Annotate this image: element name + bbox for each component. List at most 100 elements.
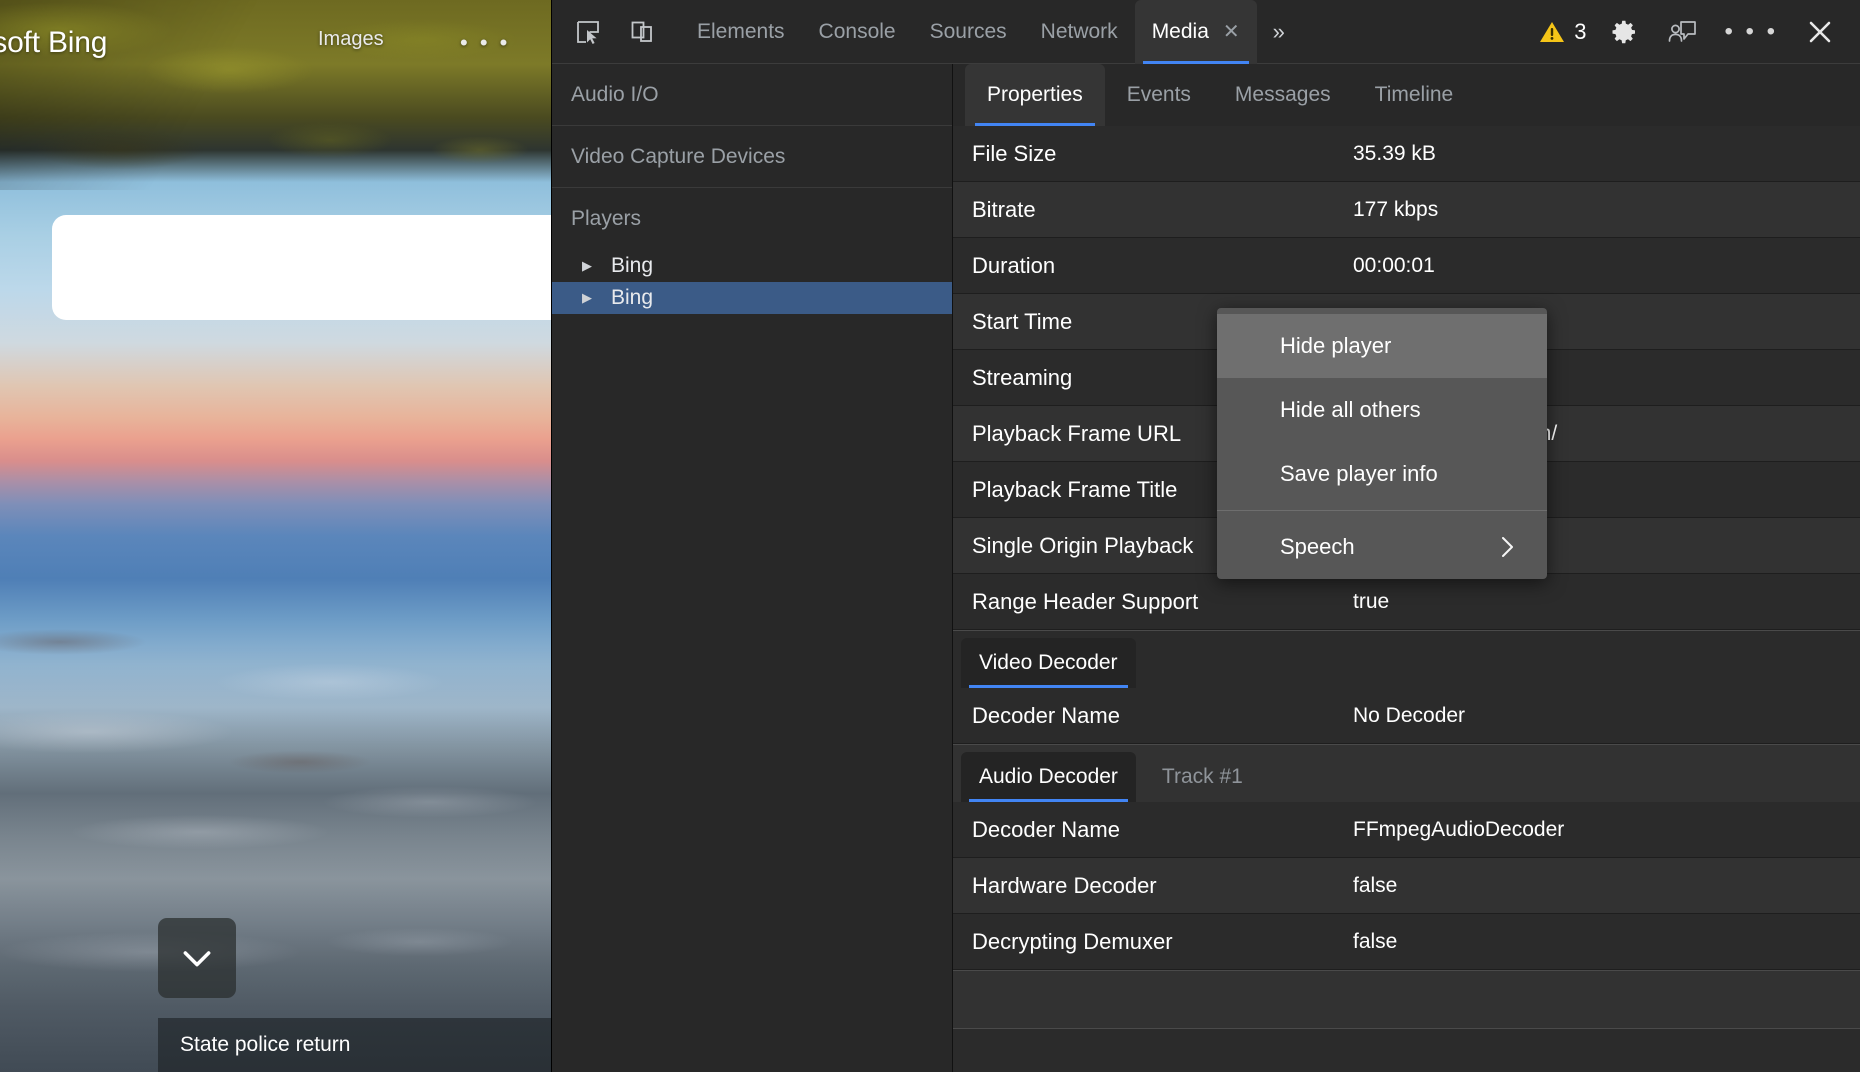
device-toolbar-icon: [631, 21, 652, 42]
feedback-button[interactable]: [1662, 12, 1702, 52]
media-sidebar: Audio I/O Video Capture Devices Players …: [552, 64, 953, 1072]
devtools-body: Audio I/O Video Capture Devices Players …: [552, 64, 1860, 1072]
settings-button[interactable]: [1604, 12, 1644, 52]
property-key: Decoder Name: [972, 816, 1120, 842]
menu-item-hide-player-label: Hide player: [1280, 333, 1392, 358]
bing-page: rosoft Bing Images • • • State police re…: [0, 0, 551, 1072]
empty-bottom-area: [953, 1028, 1860, 1072]
tab-properties-label: Properties: [987, 83, 1083, 106]
media-content-tabs: Properties Events Messages Timeline: [953, 64, 1860, 126]
menu-item-save-player-info[interactable]: Save player info: [1217, 442, 1547, 506]
table-row[interactable]: Decoder Name No Decoder: [953, 688, 1860, 744]
property-key: File Size: [972, 140, 1057, 166]
tab-elements-label: Elements: [697, 19, 785, 43]
menu-item-speech[interactable]: Speech: [1217, 515, 1547, 579]
sidebar-section-video-capture-devices-label: Video Capture Devices: [571, 144, 786, 168]
bing-image-caption[interactable]: State police return: [158, 1018, 551, 1072]
close-devtools-button[interactable]: [1800, 12, 1840, 52]
tab-messages-label: Messages: [1234, 83, 1331, 106]
player-context-menu: Hide player Hide all others Save player …: [1217, 308, 1547, 579]
warning-indicator[interactable]: 3: [1539, 19, 1586, 45]
sidebar-section-video-capture-devices[interactable]: Video Capture Devices: [552, 126, 952, 188]
menu-item-save-player-info-label: Save player info: [1280, 461, 1438, 486]
expand-caret-icon[interactable]: ▶: [582, 258, 602, 274]
property-value: 35.39 kB: [1353, 141, 1436, 165]
feedback-person-icon: [1669, 20, 1697, 42]
property-value: 00:00:01: [1353, 253, 1435, 277]
property-key: Bitrate: [972, 196, 1036, 222]
property-value: false: [1353, 929, 1398, 953]
tab-messages[interactable]: Messages: [1213, 64, 1353, 126]
player-list-item-1-label: Bing: [611, 254, 654, 277]
tab-console-label: Console: [818, 19, 896, 43]
screen-root: rosoft Bing Images • • • State police re…: [0, 0, 1860, 1072]
property-value: FFmpegAudioDecoder: [1353, 817, 1565, 841]
chevron-down-icon: [183, 951, 211, 967]
tab-media[interactable]: Media ✕: [1134, 0, 1257, 64]
more-panels-button[interactable]: »: [1261, 0, 1297, 64]
tab-console[interactable]: Console: [802, 0, 913, 64]
devtools-toolbar-right: 3 • • •: [1539, 12, 1860, 52]
tab-network-label: Network: [1040, 19, 1118, 43]
table-row[interactable]: File Size 35.39 kB: [953, 126, 1860, 182]
close-media-tab-icon[interactable]: ✕: [1223, 22, 1240, 42]
tab-network[interactable]: Network: [1024, 0, 1135, 64]
property-key: Duration: [972, 252, 1056, 278]
bing-caption-text: State police return: [180, 1033, 351, 1056]
tab-events-label: Events: [1126, 83, 1191, 106]
tab-properties[interactable]: Properties: [965, 64, 1105, 126]
menu-separator: [1217, 510, 1547, 511]
tab-events[interactable]: Events: [1105, 64, 1213, 126]
inspect-element-button[interactable]: [568, 12, 608, 52]
property-key: Hardware Decoder: [972, 872, 1157, 898]
bing-overflow-menu-icon[interactable]: • • •: [460, 30, 510, 56]
tab-timeline[interactable]: Timeline: [1353, 64, 1476, 126]
tab-sources[interactable]: Sources: [913, 0, 1024, 64]
tab-audio-track-1[interactable]: Track #1: [1144, 752, 1261, 802]
player-list-item-2-label: Bing: [611, 286, 654, 309]
property-value: true: [1353, 589, 1390, 613]
menu-item-hide-all-others[interactable]: Hide all others: [1217, 378, 1547, 442]
player-list-item-2[interactable]: ▶ Bing: [552, 282, 952, 314]
video-decoder-tabbar: Video Decoder: [953, 630, 1860, 688]
sidebar-section-audio-io-label: Audio I/O: [571, 82, 659, 106]
property-value: 177 kbps: [1353, 197, 1439, 221]
menu-item-hide-all-others-label: Hide all others: [1280, 397, 1421, 422]
bing-search-box[interactable]: [52, 215, 551, 320]
tab-video-decoder-label: Video Decoder: [979, 651, 1118, 674]
table-row[interactable]: Range Header Support true: [953, 574, 1860, 630]
property-value: false: [1353, 873, 1398, 897]
tab-video-decoder[interactable]: Video Decoder: [961, 638, 1136, 688]
devtools-toolbar-icons: [552, 12, 662, 52]
tab-audio-decoder[interactable]: Audio Decoder: [961, 752, 1136, 802]
devtools-more-options-button[interactable]: • • •: [1720, 18, 1782, 46]
table-row[interactable]: Duration 00:00:01: [953, 238, 1860, 294]
tab-audio-decoder-label: Audio Decoder: [979, 765, 1118, 788]
expand-caret-icon[interactable]: ▶: [582, 290, 602, 306]
warning-count: 3: [1574, 18, 1587, 44]
devtools-panel-tabs: Elements Console Sources Network Media ✕…: [680, 0, 1297, 64]
menu-item-speech-label: Speech: [1280, 534, 1355, 559]
bing-logo[interactable]: rosoft Bing: [0, 26, 107, 60]
audio-decoder-tabbar: Audio Decoder Track #1: [953, 744, 1860, 802]
table-row[interactable]: Bitrate 177 kbps: [953, 182, 1860, 238]
devtools-window: Elements Console Sources Network Media ✕…: [551, 0, 1860, 1072]
bing-background-shore-texture: [0, 612, 551, 1072]
property-key: Decoder Name: [972, 702, 1120, 728]
tab-elements[interactable]: Elements: [680, 0, 802, 64]
bing-scroll-down-button[interactable]: [158, 918, 236, 998]
toggle-device-toolbar-button[interactable]: [622, 12, 662, 52]
sidebar-section-players[interactable]: Players: [552, 188, 952, 250]
gear-icon: [1612, 20, 1636, 43]
table-row[interactable]: Decrypting Demuxer false: [953, 914, 1860, 970]
tab-timeline-label: Timeline: [1374, 83, 1454, 106]
table-row[interactable]: Hardware Decoder false: [953, 858, 1860, 914]
tab-audio-track-1-label: Track #1: [1161, 765, 1243, 788]
property-key: Range Header Support: [972, 588, 1199, 614]
menu-item-hide-player[interactable]: Hide player: [1217, 314, 1547, 378]
sidebar-section-audio-io[interactable]: Audio I/O: [552, 64, 952, 126]
warning-triangle-icon: [1540, 21, 1565, 42]
table-row[interactable]: Decoder Name FFmpegAudioDecoder: [953, 802, 1860, 858]
player-list-item-1[interactable]: ▶ Bing: [552, 250, 952, 282]
bing-nav-images[interactable]: Images: [318, 28, 384, 51]
